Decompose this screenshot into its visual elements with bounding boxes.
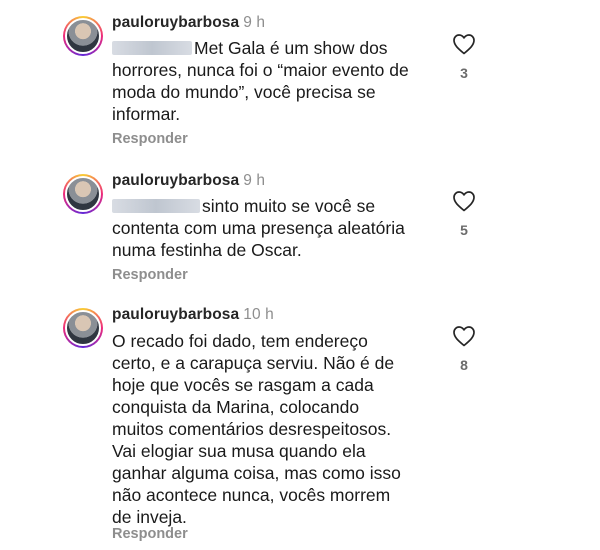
heart-outline-icon[interactable] [452, 325, 476, 347]
comment-time: 9 h [243, 14, 266, 31]
comment-time: 9 h [243, 172, 266, 189]
comment-username[interactable]: pauloruybarbosa 9 h [112, 172, 265, 190]
comment-time: 10 h [243, 306, 274, 323]
like-count: 5 [460, 222, 468, 238]
comment-text: sinto muito se você se contenta com uma … [112, 196, 405, 260]
avatar[interactable] [63, 16, 103, 56]
redacted-mention[interactable] [112, 199, 200, 213]
reply-button[interactable]: Responder [112, 267, 188, 283]
reply-button[interactable]: Responder [112, 526, 188, 542]
heart-outline-icon[interactable] [452, 33, 476, 55]
heart-outline-icon[interactable] [452, 190, 476, 212]
username-text[interactable]: pauloruybarbosa [112, 172, 239, 189]
comment-text: O recado foi dado, tem endereço certo, e… [112, 331, 401, 527]
avatar[interactable] [63, 308, 103, 348]
like-count: 8 [460, 357, 468, 373]
comment-username[interactable]: pauloruybarbosa 10 h [112, 306, 274, 324]
avatar[interactable] [63, 174, 103, 214]
comment-text: Met Gala é um show dos horrores, nunca f… [112, 38, 409, 124]
username-text[interactable]: pauloruybarbosa [112, 306, 239, 323]
redacted-mention[interactable] [112, 41, 192, 55]
reply-button[interactable]: Responder [112, 131, 188, 147]
like-count: 3 [460, 65, 468, 81]
comment-username[interactable]: pauloruybarbosa 9 h [112, 14, 265, 32]
username-text[interactable]: pauloruybarbosa [112, 14, 239, 31]
